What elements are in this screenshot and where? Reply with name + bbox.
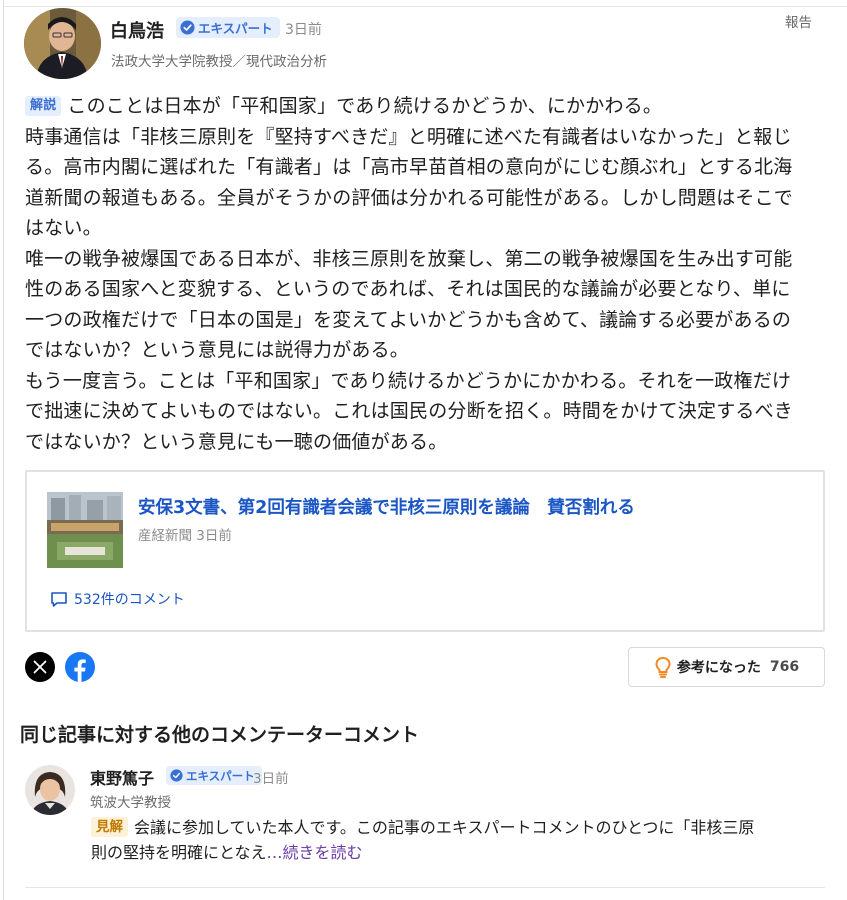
article-thumbnail[interactable] bbox=[47, 492, 123, 568]
comment-line: はない。 bbox=[25, 217, 102, 239]
comment-type-tag: 解説 bbox=[25, 96, 62, 116]
article-card[interactable]: 安保3文書、第2回有識者会議で非核三原則を議論 賛否割れる 産経新聞 3日前 5… bbox=[25, 470, 825, 632]
top-frame-border bbox=[3, 6, 847, 7]
comment-line: ではないか？という意見にも一聴の価値がある。 bbox=[25, 430, 448, 453]
comment-line: 唯一の戦争被爆国である日本が、非核三原則を放棄し、第二の戦争被爆国を生み出す可能 bbox=[25, 247, 793, 270]
left-frame-border bbox=[3, 0, 4, 900]
article-time: 3日前 bbox=[196, 528, 232, 544]
article-meta: 産経新聞 3日前 bbox=[138, 524, 232, 544]
commenter-avatar[interactable] bbox=[25, 765, 75, 815]
verified-check-icon bbox=[170, 769, 183, 782]
comment-line-text: 会議に参加していた本人です。この記事のエキスパートコメントのひとつに「非核三原 bbox=[134, 818, 755, 837]
article-comment-count-link[interactable]: 532件のコメント bbox=[49, 589, 185, 609]
lightbulb-icon bbox=[655, 656, 671, 678]
commenter-name[interactable]: 東野篤子 bbox=[90, 765, 154, 789]
share-x-button[interactable] bbox=[25, 652, 55, 682]
author-name[interactable]: 白鳥浩 bbox=[110, 17, 164, 43]
helpful-button[interactable]: 参考になった 766 bbox=[628, 647, 825, 687]
comment-line-text: 則の堅持を明確にとなえ bbox=[91, 843, 267, 862]
comment-type-tag: 見解 bbox=[91, 817, 128, 837]
speech-bubble-icon bbox=[51, 592, 67, 607]
comment-line-text: このことは日本が「平和国家」であり続けるかどうか、にかかわる。 bbox=[67, 95, 663, 117]
read-more-link[interactable]: …続きを読む bbox=[267, 843, 363, 862]
comment-line: 一つの政権だけで「日本の国是」を変えてよいかどうかも含めて、議論する必要があるの bbox=[25, 308, 792, 331]
x-logo-icon bbox=[33, 660, 47, 674]
share-facebook-button[interactable] bbox=[65, 652, 95, 682]
verified-check-icon bbox=[180, 20, 195, 35]
comment-line: 時事通信は「非核三原則を『堅持すべきだ』と明確に述べた有識者はいなかった」と報じ bbox=[25, 125, 792, 148]
comment-line: で拙速に決めてよいものではない。これは国民の分断を招く。時間をかけて決定するべき bbox=[25, 400, 794, 422]
author-title: 法政大学大学院教授／現代政治分析 bbox=[111, 54, 327, 70]
comment-line: もう一度言う。ことは「平和国家」であり続けるかどうかにかかわる。それを一政権だけ bbox=[25, 369, 792, 392]
report-link[interactable]: 報告 bbox=[785, 11, 812, 31]
comment-line: 性のある国家へと変貌する、というのであれば、それは国民的な議論が必要となり、単に bbox=[25, 278, 791, 300]
comment-line: 道新聞の報道もある。全員がそうかの評価は分かれる可能性がある。しかし問題はそこで bbox=[25, 186, 794, 209]
expert-badge-label: エキスパート bbox=[186, 768, 255, 783]
comment-body: 解説 このことは日本が「平和国家」であり続けるかどうか、にかかわる。 時事通信は「… bbox=[25, 91, 830, 457]
comment-line: ではないか？という意見には説得力がある。 bbox=[25, 339, 410, 361]
comment-line: 見解 会議に参加していた本人です。この記事のエキスパートコメントのひとつに「非核三… bbox=[91, 815, 831, 840]
comment-divider bbox=[25, 887, 825, 888]
comment-line: 則の堅持を明確にとなえ…続きを読む bbox=[91, 840, 831, 865]
comment-line: 解説 このことは日本が「平和国家」であり続けるかどうか、にかかわる。 bbox=[25, 91, 830, 122]
section-title: 同じ記事に対する他のコメンテーターコメント bbox=[20, 724, 420, 746]
helpful-count: 766 bbox=[769, 659, 800, 675]
comment-line: る。高市内閣に選ばれた「有識者」は「高市早苗首相の意向がにじむ顔ぶれ」とする北海 bbox=[25, 156, 793, 178]
commenter-comment-body: 見解 会議に参加していた本人です。この記事のエキスパートコメントのひとつに「非核三… bbox=[91, 815, 831, 865]
facebook-logo-icon bbox=[74, 659, 86, 682]
author-avatar[interactable] bbox=[24, 8, 101, 79]
article-source: 産経新聞 bbox=[138, 528, 192, 544]
expert-badge: エキスパート bbox=[166, 766, 262, 785]
comment-time: 3日前 bbox=[285, 22, 322, 38]
helpful-label: 参考になった bbox=[676, 660, 761, 676]
commenter-time: 3日前 bbox=[253, 771, 289, 787]
commenter-title: 筑波大学教授 bbox=[90, 795, 171, 811]
article-title-link[interactable]: 安保3文書、第2回有識者会議で非核三原則を議論 賛否割れる bbox=[138, 494, 635, 519]
comment-count-label: 532件のコメント bbox=[74, 592, 185, 608]
expert-badge-label: エキスパート bbox=[198, 21, 273, 36]
expert-badge: エキスパート bbox=[176, 17, 280, 38]
